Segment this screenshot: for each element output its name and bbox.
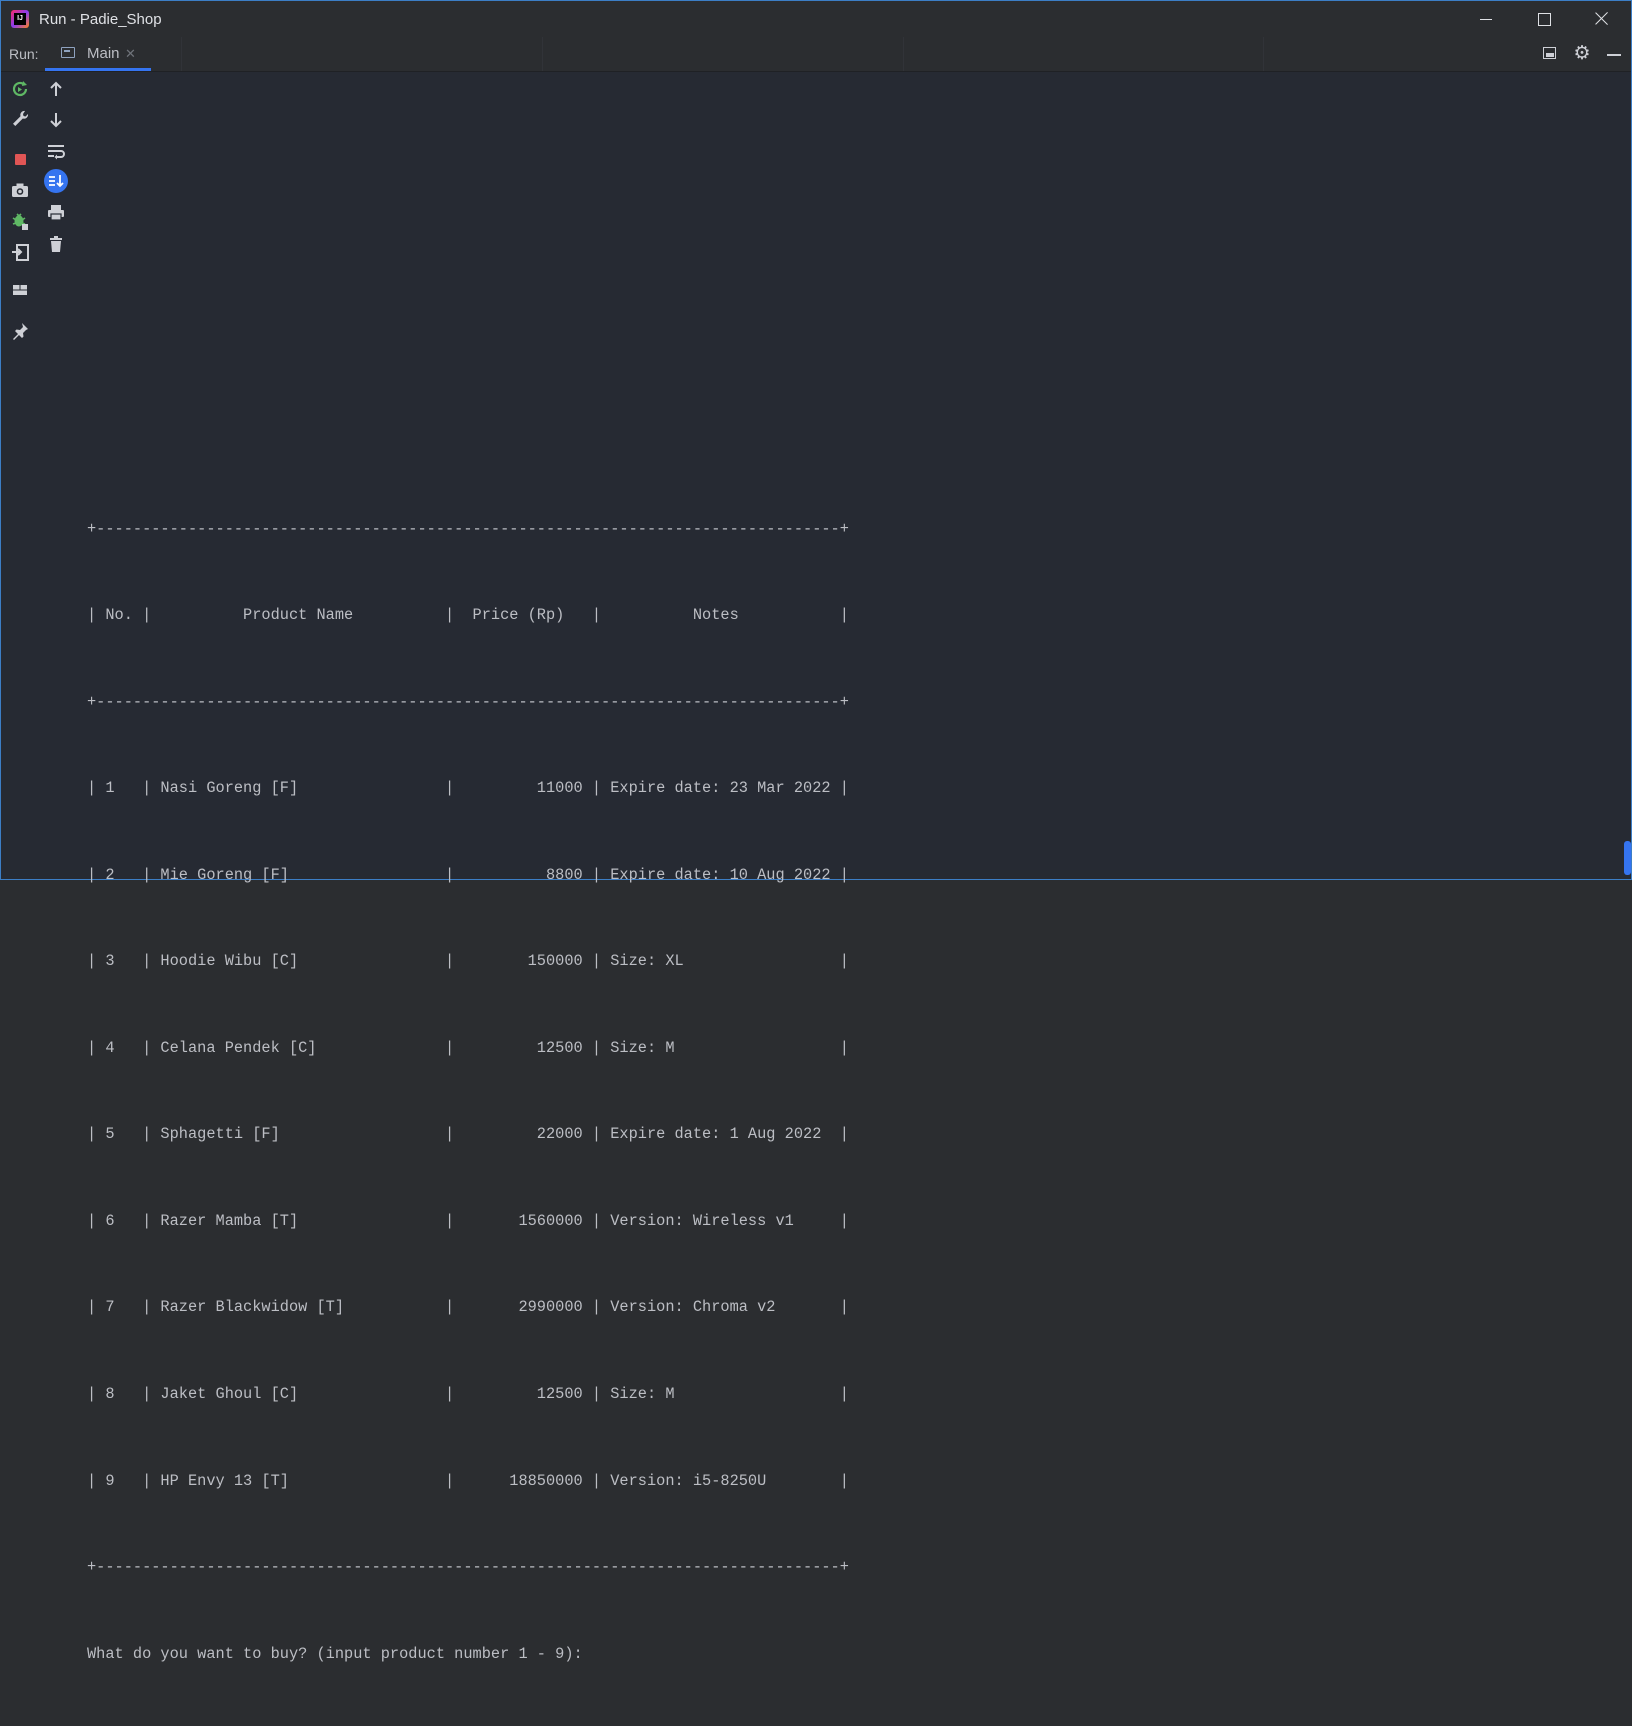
rerun-icon[interactable] [8,77,32,101]
app-icon-text: IJ [14,13,26,25]
run-tab-bar: Run: Main ✕ ⚙ [1,37,1631,72]
trash-icon[interactable] [44,232,68,256]
run-label: Run: [9,46,39,62]
up-arrow-icon[interactable] [44,77,68,101]
tab-main[interactable]: Main ✕ [45,37,151,71]
scroll-to-end-icon[interactable] [44,169,68,193]
table-row: | 9 | HP Envy 13 [T] | 18850000 | Versio… [87,1471,849,1490]
pin-icon[interactable] [8,319,32,343]
table-border-bottom: +---------------------------------------… [87,1558,849,1577]
table-row: | 2 | Mie Goreng [F] | 8800 | Expire dat… [87,865,849,884]
table-row: | 1 | Nasi Goreng [F] | 11000 | Expire d… [87,779,849,798]
table-row: | 7 | Razer Blackwidow [T] | 2990000 | V… [87,1298,849,1317]
table-row: | 8 | Jaket Ghoul [C] | 12500 | Size: M … [87,1385,849,1403]
tab-divider [903,37,904,71]
debug-bug-icon[interactable] [8,209,32,233]
tab-divider [181,37,182,71]
layout-icon[interactable] [1541,45,1559,63]
title-bar: IJ Run - Padie_Shop [1,1,1631,38]
soft-wrap-icon[interactable] [44,139,68,163]
tab-divider [542,37,543,71]
down-arrow-icon[interactable] [44,108,68,132]
close-icon [1595,11,1609,25]
table-header: | No. | Product Name | Price (Rp) | Note… [87,606,849,625]
ide-run-window: IJ Run - Padie_Shop Run: Main ✕ ⚙ +-----… [0,0,1632,1663]
layout-grid-icon[interactable] [8,278,32,302]
input-prompt[interactable]: What do you want to buy? (input product … [87,1640,849,1669]
close-button[interactable] [1573,1,1631,37]
gear-icon[interactable]: ⚙ [1573,44,1591,63]
table-row: | 5 | Sphagetti [F] | 22000 | Expire dat… [87,1125,849,1144]
maximize-button[interactable] [1515,1,1573,37]
table-row: | 6 | Razer Mamba [T] | 1560000 | Versio… [87,1211,849,1230]
restore-layout-icon[interactable] [8,240,32,264]
wrench-icon[interactable] [8,107,32,131]
console-scrollbar-thumb[interactable] [1624,841,1631,875]
intellij-app-icon: IJ [11,10,29,28]
minimize-button[interactable] [1457,1,1515,37]
maximize-icon [1538,13,1551,26]
window-title: Run - Padie_Shop [39,11,162,28]
console-window-icon [61,47,75,58]
table-row: | 4 | Celana Pendek [C] | 12500 | Size: … [87,1038,849,1057]
stop-icon[interactable] [8,147,32,171]
minimize-icon [1480,19,1492,20]
tab-divider [1263,37,1264,71]
table-row: | 3 | Hoodie Wibu [C] | 150000 | Size: X… [87,952,849,971]
print-icon[interactable] [44,201,68,225]
tab-main-label: Main [87,45,120,62]
console-output[interactable]: +---------------------------------------… [87,457,849,1726]
table-border-mid: +---------------------------------------… [87,692,849,711]
camera-icon[interactable] [8,178,32,202]
hide-icon[interactable] [1605,45,1623,63]
tab-close-button[interactable]: ✕ [125,37,136,70]
table-border-top: +---------------------------------------… [87,519,849,538]
